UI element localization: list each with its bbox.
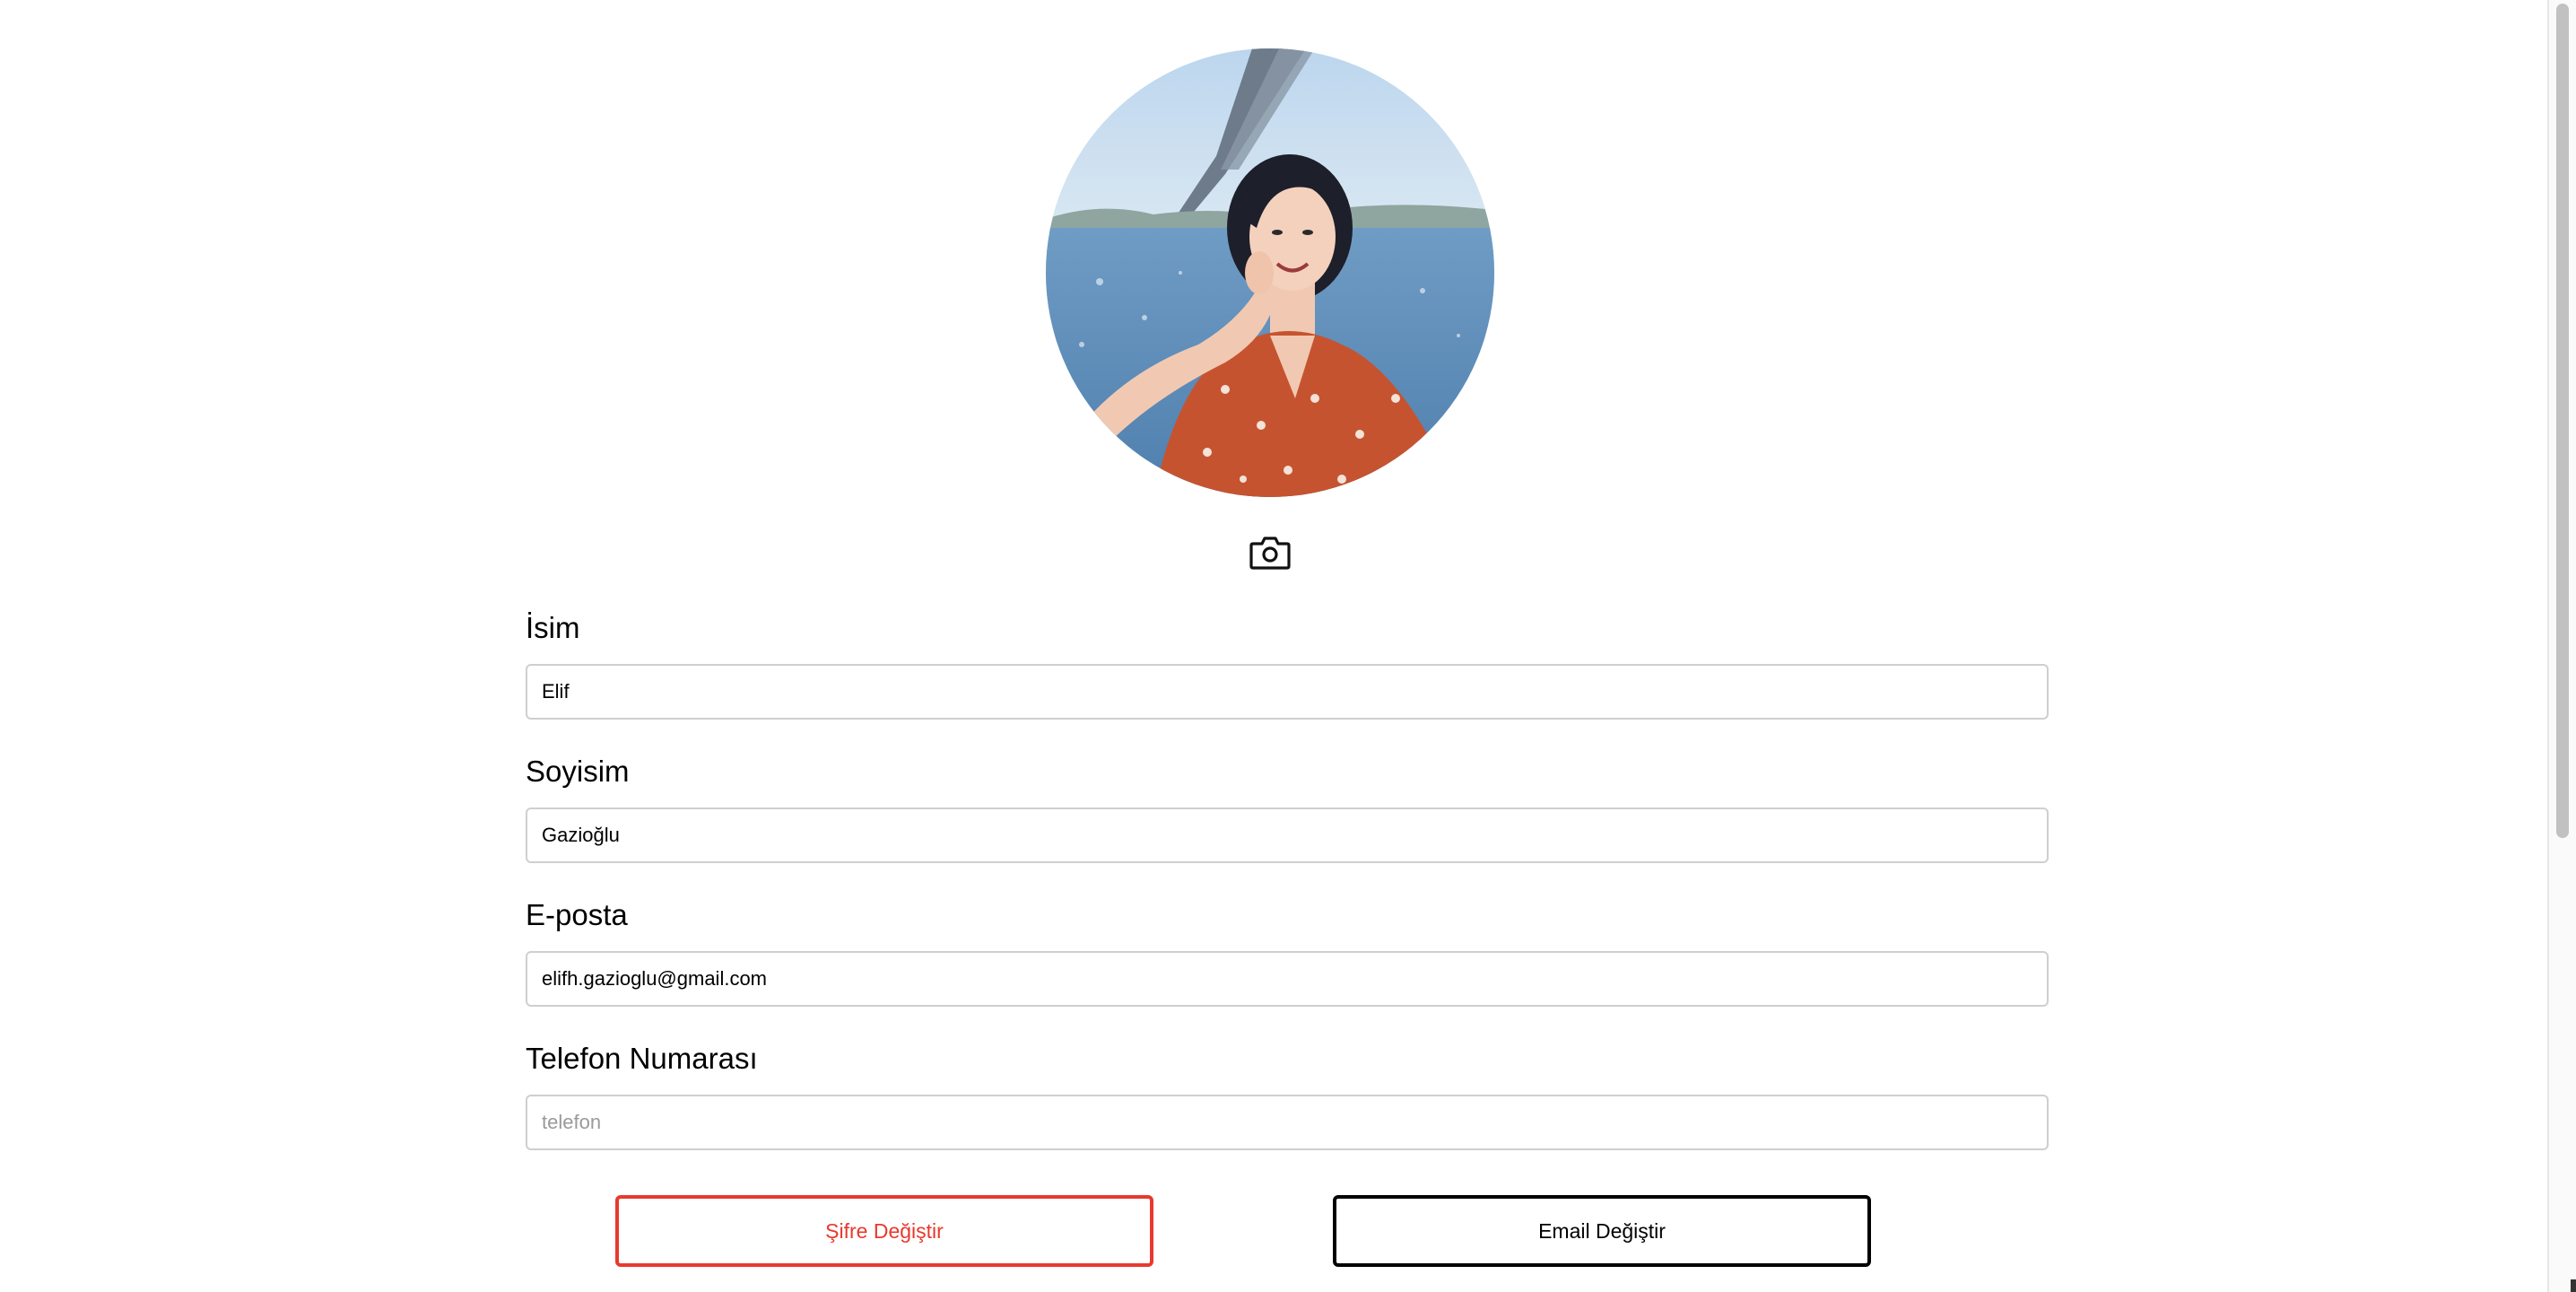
last-name-field: Soyisim — [526, 754, 2049, 863]
scrollbar[interactable] — [2547, 0, 2576, 1292]
change-email-button[interactable]: Email Değiştir — [1333, 1195, 1871, 1267]
last-name-input[interactable] — [526, 808, 2049, 863]
phone-label: Telefon Numarası — [526, 1042, 758, 1075]
change-password-button[interactable]: Şifre Değiştir — [615, 1195, 1153, 1267]
first-name-input[interactable] — [526, 664, 2049, 720]
email-label: E-posta — [526, 898, 628, 931]
camera-icon — [1249, 537, 1291, 570]
profile-edit-page: İsim Soyisim E-posta Telefon Numarası Şi… — [0, 0, 2576, 1292]
phone-field: Telefon Numarası — [526, 1041, 2049, 1150]
profile-form: İsim Soyisim E-posta Telefon Numarası — [526, 610, 2049, 1150]
window-corner — [2571, 1279, 2576, 1292]
last-name-label: Soyisim — [526, 755, 630, 788]
phone-input[interactable] — [526, 1095, 2049, 1150]
scrollbar-thumb[interactable] — [2556, 4, 2569, 838]
change-photo-button[interactable] — [1249, 531, 1292, 574]
email-field: E-posta — [526, 897, 2049, 1007]
profile-avatar — [1046, 48, 1494, 497]
first-name-label: İsim — [526, 611, 580, 644]
email-input[interactable] — [526, 951, 2049, 1007]
first-name-field: İsim — [526, 610, 2049, 720]
profile-photo-illustration — [1046, 48, 1494, 497]
